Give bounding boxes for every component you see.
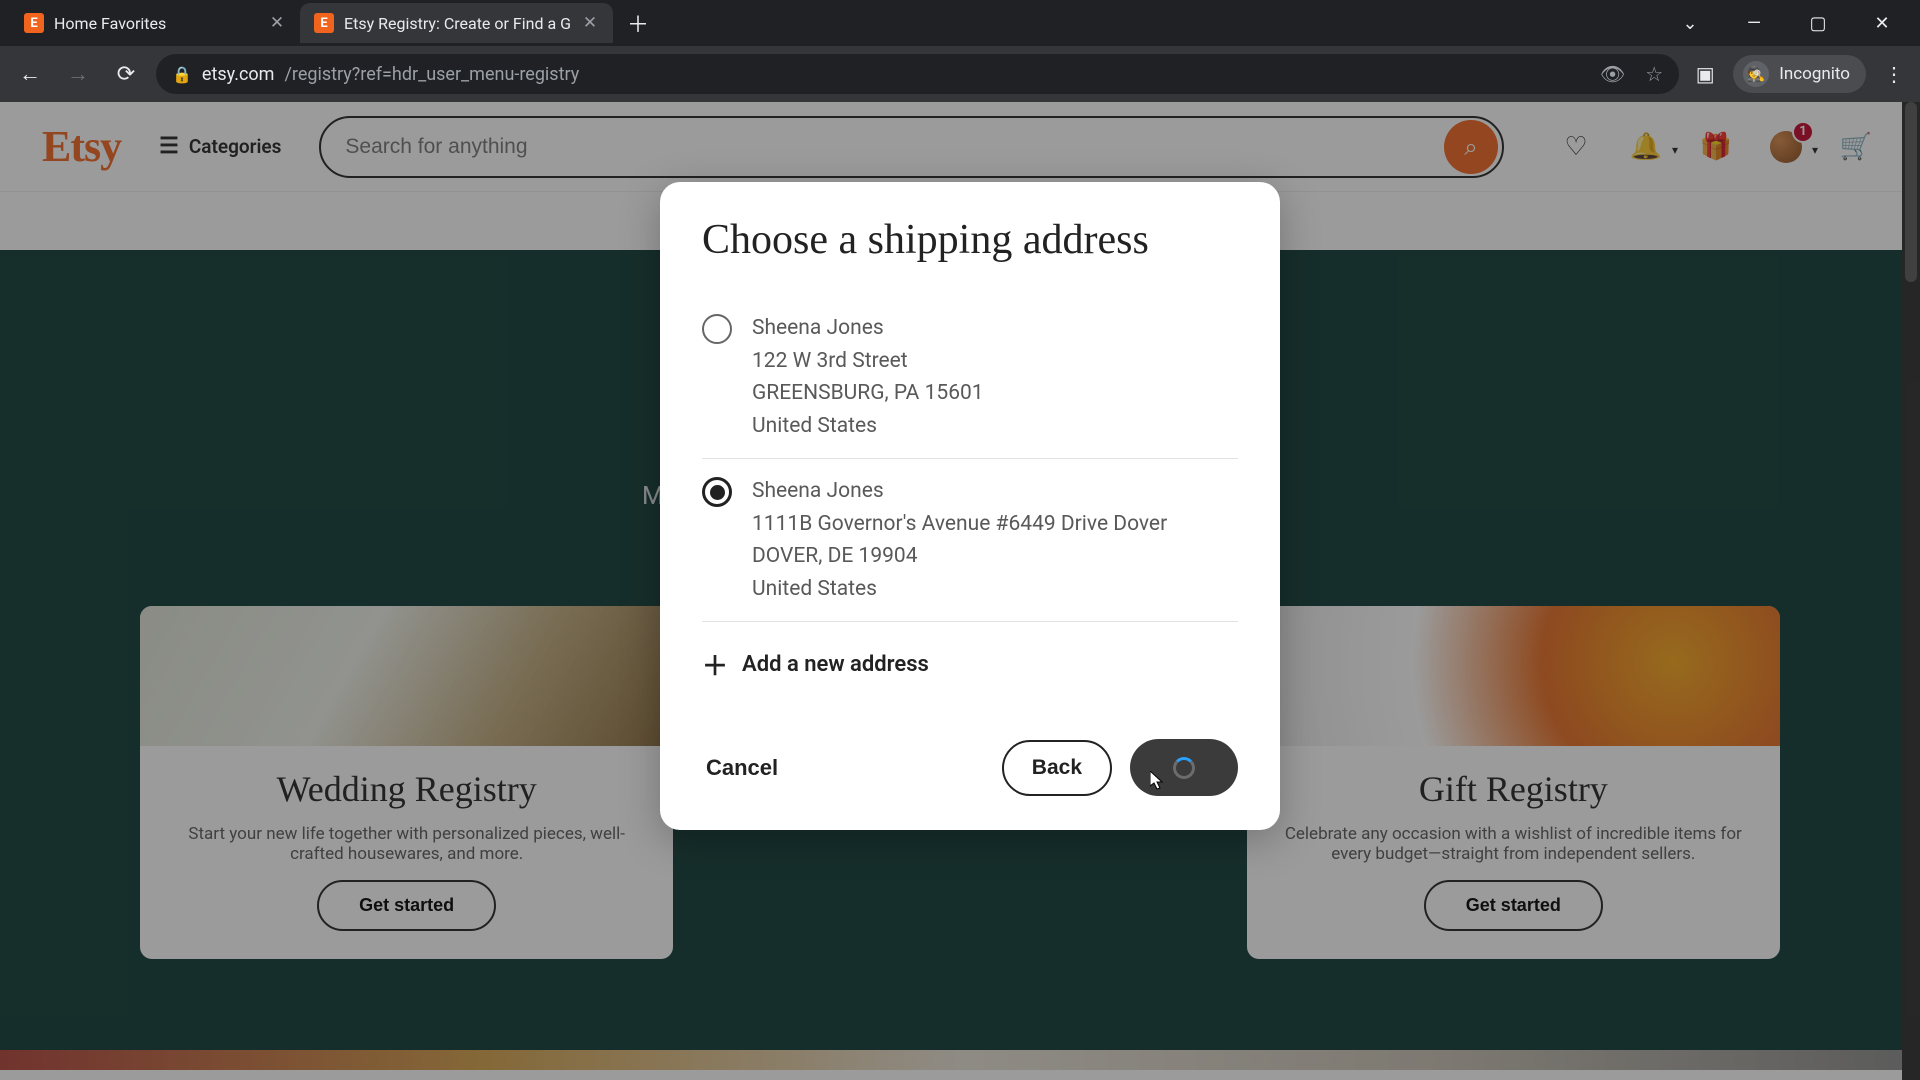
addr-street: 1111B Governor's Avenue #6449 Drive Dove… bbox=[752, 508, 1167, 541]
mouse-cursor-icon bbox=[1150, 771, 1164, 791]
browser-toolbar: ← → ⟳ 🔒 etsy.com/registry?ref=hdr_user_m… bbox=[0, 46, 1920, 102]
addr-country: United States bbox=[752, 410, 984, 443]
shipping-address-modal: Choose a shipping address Sheena Jones 1… bbox=[660, 182, 1280, 830]
radio-selected-icon[interactable] bbox=[702, 477, 732, 507]
page-viewport: Etsy ☰ Categories ⌕ ♡ 🔔 🎁 1 🛒 Shop Cyber… bbox=[0, 102, 1920, 1080]
kebab-menu-icon[interactable]: ⋮ bbox=[1880, 60, 1908, 88]
loading-spinner-icon bbox=[1173, 757, 1195, 779]
new-tab-button[interactable]: ＋ bbox=[621, 6, 655, 40]
incognito-icon: 🕵 bbox=[1743, 61, 1769, 87]
reload-icon[interactable]: ⟳ bbox=[108, 56, 144, 92]
incognito-label: Incognito bbox=[1779, 64, 1850, 84]
addr-street: 122 W 3rd Street bbox=[752, 345, 984, 378]
add-address-label: Add a new address bbox=[742, 652, 929, 677]
tab-home-favorites[interactable]: E Home Favorites ✕ bbox=[10, 3, 300, 43]
extensions-icon[interactable]: ▣ bbox=[1691, 60, 1719, 88]
address-bar[interactable]: 🔒 etsy.com/registry?ref=hdr_user_menu-re… bbox=[156, 54, 1679, 94]
cancel-button[interactable]: Cancel bbox=[702, 743, 782, 793]
lock-icon: 🔒 bbox=[172, 65, 192, 84]
tab-search-icon[interactable]: ⌄ bbox=[1670, 13, 1710, 34]
addr-country: United States bbox=[752, 573, 1167, 606]
addr-city: GREENSBURG, PA 15601 bbox=[752, 377, 984, 410]
incognito-indicator[interactable]: 🕵 Incognito bbox=[1733, 55, 1866, 93]
url-domain: etsy.com bbox=[202, 64, 275, 85]
close-window-icon[interactable]: ✕ bbox=[1862, 13, 1902, 34]
addr-city: DOVER, DE 19904 bbox=[752, 540, 1167, 573]
bookmark-star-icon[interactable]: ☆ bbox=[1645, 62, 1663, 86]
nav-forward-icon: → bbox=[60, 56, 96, 92]
tab-title: Etsy Registry: Create or Find a G bbox=[344, 14, 571, 33]
modal-title: Choose a shipping address bbox=[702, 216, 1238, 264]
nav-back-icon[interactable]: ← bbox=[12, 56, 48, 92]
browser-chrome: E Home Favorites ✕ E Etsy Registry: Crea… bbox=[0, 0, 1920, 102]
address-text: Sheena Jones 122 W 3rd Street GREENSBURG… bbox=[752, 312, 984, 442]
close-tab-icon[interactable]: ✕ bbox=[268, 14, 286, 32]
address-text: Sheena Jones 1111B Governor's Avenue #64… bbox=[752, 475, 1167, 605]
maximize-icon[interactable]: ▢ bbox=[1798, 13, 1838, 34]
addr-name: Sheena Jones bbox=[752, 312, 984, 345]
close-tab-icon[interactable]: ✕ bbox=[581, 14, 599, 32]
address-list: Sheena Jones 122 W 3rd Street GREENSBURG… bbox=[702, 296, 1238, 622]
next-button-loading[interactable] bbox=[1130, 739, 1238, 796]
tab-etsy-registry[interactable]: E Etsy Registry: Create or Find a G ✕ bbox=[300, 3, 613, 43]
etsy-favicon-icon: E bbox=[314, 13, 334, 33]
tab-strip: E Home Favorites ✕ E Etsy Registry: Crea… bbox=[0, 0, 1920, 46]
etsy-favicon-icon: E bbox=[24, 13, 44, 33]
url-path: /registry?ref=hdr_user_menu-registry bbox=[284, 64, 579, 85]
plus-icon: ＋ bbox=[702, 646, 728, 683]
add-address-button[interactable]: ＋ Add a new address bbox=[702, 622, 1238, 693]
eye-off-icon[interactable]: 👁 bbox=[1600, 62, 1625, 86]
back-button[interactable]: Back bbox=[1002, 740, 1112, 796]
addr-name: Sheena Jones bbox=[752, 475, 1167, 508]
tab-title: Home Favorites bbox=[54, 14, 166, 33]
address-option-1[interactable]: Sheena Jones 122 W 3rd Street GREENSBURG… bbox=[702, 296, 1238, 459]
radio-unselected-icon[interactable] bbox=[702, 314, 732, 344]
minimize-icon[interactable]: — bbox=[1734, 13, 1774, 34]
window-controls: ⌄ — ▢ ✕ bbox=[1670, 13, 1920, 34]
address-option-2[interactable]: Sheena Jones 1111B Governor's Avenue #64… bbox=[702, 459, 1238, 622]
modal-actions: Cancel Back bbox=[702, 739, 1238, 796]
